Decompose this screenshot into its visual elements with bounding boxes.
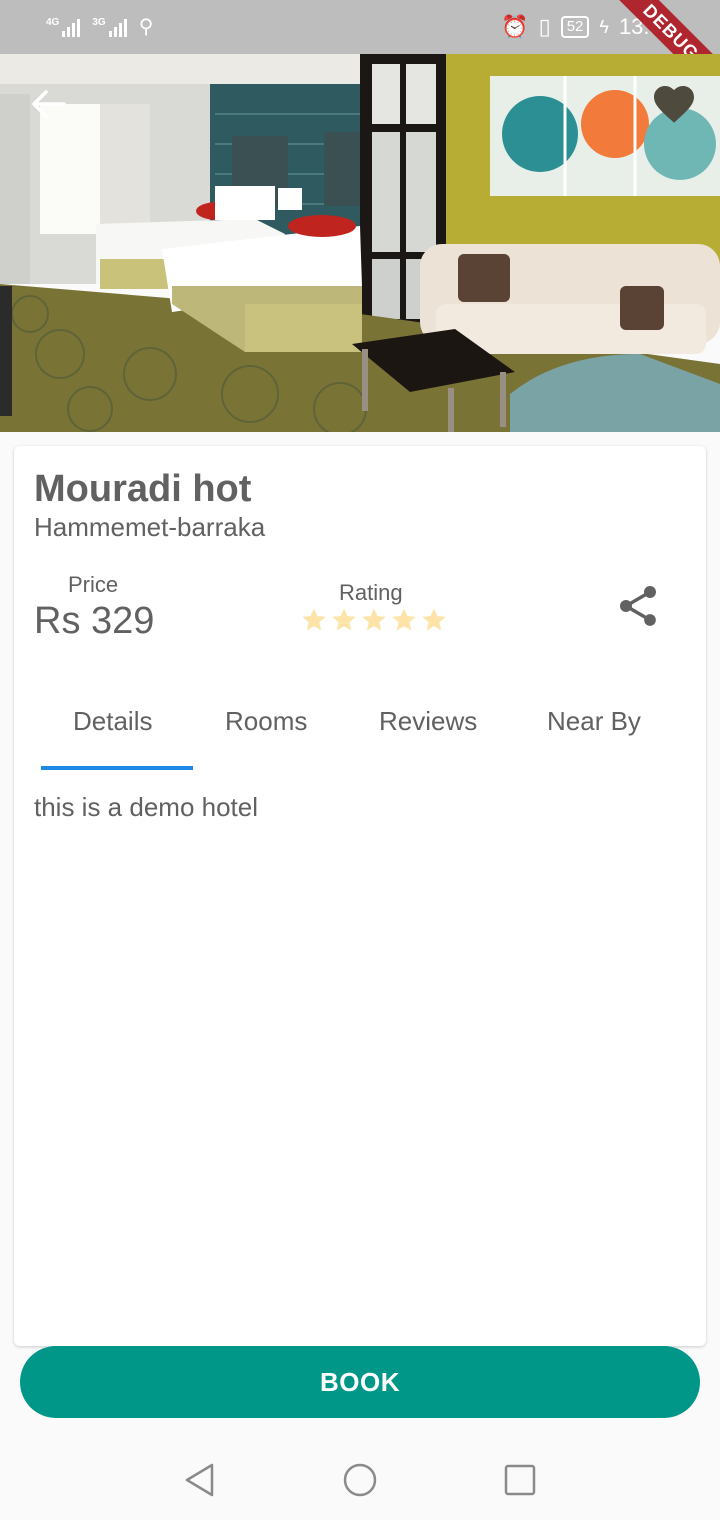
nav-back-button[interactable] — [180, 1460, 220, 1500]
signal-4g-icon: 4G — [46, 16, 81, 37]
tab-details[interactable]: Details — [73, 706, 152, 737]
star-icon — [422, 608, 446, 631]
star-icon — [362, 608, 386, 631]
heart-icon — [654, 86, 694, 123]
usb-icon: ⚲ — [138, 16, 154, 38]
tab-bar: Details Rooms Reviews Near By — [14, 696, 706, 774]
tab-rooms[interactable]: Rooms — [225, 706, 307, 737]
charging-icon: ϟ — [599, 16, 609, 37]
alarm-icon: ⏰ — [501, 14, 529, 39]
hotel-name: Mouradi hot — [34, 468, 252, 510]
nav-home-button[interactable] — [340, 1460, 380, 1500]
hotel-location: Hammemet-barraka — [34, 512, 266, 542]
nav-recents-button[interactable] — [500, 1460, 540, 1500]
star-icon — [332, 608, 356, 631]
network-type-4g: 4G — [46, 16, 60, 28]
details-description: this is a demo hotel — [34, 792, 259, 822]
hotel-hero-image — [0, 54, 720, 432]
star-icon — [302, 608, 326, 631]
status-left: 4G 3G ⚲ — [46, 14, 153, 39]
network-type-3g: 3G — [92, 16, 106, 28]
rating-label: Rating — [339, 580, 403, 605]
favorite-button[interactable] — [650, 80, 698, 128]
back-button[interactable] — [24, 80, 72, 128]
triangle-back-icon — [185, 1463, 214, 1497]
square-recents-icon — [504, 1464, 536, 1496]
circle-home-icon — [343, 1463, 377, 1497]
tab-selected-indicator — [41, 766, 193, 770]
arrow-left-icon — [32, 90, 66, 118]
share-button[interactable] — [614, 582, 662, 630]
star-icon — [392, 608, 416, 631]
vibrate-icon: ▯ — [538, 14, 551, 39]
tab-reviews[interactable]: Reviews — [379, 706, 477, 737]
share-icon — [620, 586, 656, 626]
battery-indicator: 52 — [560, 16, 590, 38]
tab-near-by[interactable]: Near By — [547, 706, 641, 737]
price-label: Price — [68, 572, 119, 597]
rating-stars — [300, 606, 448, 634]
hotel-details-card: Mouradi hot Hammemet-barraka Price Rs 32… — [14, 446, 706, 1346]
signal-3g-icon: 3G — [92, 16, 127, 37]
book-button[interactable]: BOOK — [20, 1346, 700, 1418]
hotel-room-photo — [0, 54, 720, 432]
system-nav-bar — [0, 1440, 720, 1520]
price-value: Rs 329 — [34, 600, 155, 642]
status-bar: 4G 3G ⚲ ⏰ ▯ 52 ϟ 13:56 DEBUG — [0, 0, 720, 110]
